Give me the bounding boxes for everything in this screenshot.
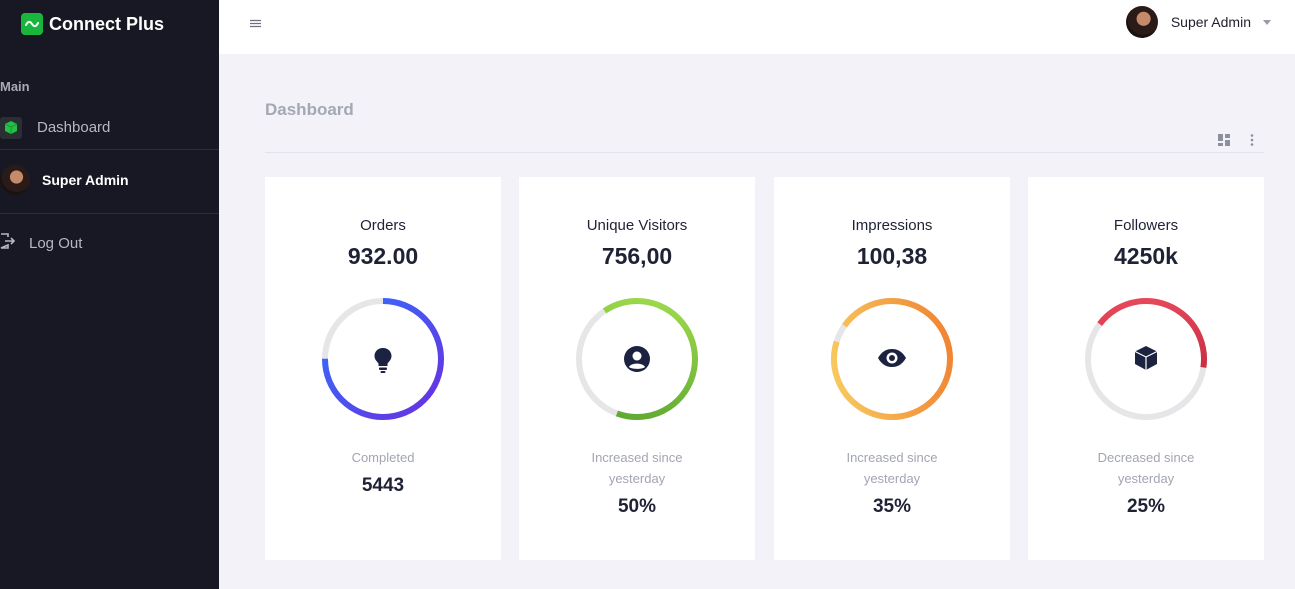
card-sub: Decreased since yesterday: [1028, 447, 1264, 489]
sidebar-item-dashboard[interactable]: Dashboard: [0, 114, 219, 141]
brand-name: Connect Plus: [49, 13, 165, 34]
progress-ring: [322, 298, 444, 420]
card-label: Unique Visitors: [586, 217, 688, 234]
user-name: Super Admin: [1170, 14, 1251, 30]
progress-ring: [1085, 298, 1207, 420]
sidebar-divider: [0, 213, 219, 214]
card-sub-text: Increased since yesterday: [846, 450, 938, 486]
title-divider: [265, 152, 1264, 153]
logout-icon: [0, 233, 16, 254]
user-circle-icon: [624, 346, 650, 372]
card-sub-text: Increased since yesterday: [591, 450, 683, 486]
card-unique-visitors: Unique Visitors 756,00 Increased since y…: [519, 177, 755, 560]
card-sub-text: Decreased since yesterday: [1097, 450, 1195, 486]
sidebar-profile[interactable]: Super Admin: [0, 165, 129, 195]
card-sub-text: Completed: [351, 450, 415, 465]
more-vertical-icon[interactable]: [1247, 133, 1257, 147]
card-stat: 35%: [872, 496, 912, 517]
avatar: [0, 165, 30, 195]
sidebar-item-label: Log Out: [29, 235, 83, 252]
lightbulb-icon: [374, 348, 392, 373]
progress-ring: [831, 298, 953, 420]
hamburger-menu-icon[interactable]: [249, 17, 263, 31]
progress-ring: [576, 298, 698, 420]
cube-icon: [0, 116, 22, 139]
card-sub: Increased since yesterday: [774, 447, 1010, 489]
card-followers: Followers 4250k Decreased since yesterda…: [1028, 177, 1264, 560]
user-menu[interactable]: Super Admin: [1125, 6, 1271, 38]
sidebar: Connect Plus Main Dashboard Super Admin …: [0, 0, 219, 589]
card-stat: 25%: [1126, 496, 1166, 517]
sidebar-item-logout[interactable]: Log Out: [0, 233, 82, 254]
card-stat: 5443: [361, 475, 405, 496]
sidebar-section-title: Main: [0, 79, 30, 94]
card-sub: Increased since yesterday: [519, 447, 755, 489]
chevron-down-icon: [1263, 19, 1271, 25]
card-value: 932.00: [347, 243, 419, 269]
avatar: [1125, 6, 1158, 38]
card-orders: Orders 932.00 Completed 5443: [265, 177, 501, 560]
card-label: Impressions: [851, 217, 933, 234]
page-title: Dashboard: [265, 100, 354, 119]
sidebar-divider: [0, 149, 219, 150]
topbar: Super Admin: [219, 0, 1295, 54]
card-label: Followers: [1113, 217, 1179, 234]
eye-icon: [878, 349, 906, 367]
box-icon: [1134, 346, 1158, 370]
card-impressions: Impressions 100,38 Increased since yeste…: [774, 177, 1010, 560]
profile-name: Super Admin: [42, 172, 129, 188]
card-sub: Completed: [265, 447, 501, 468]
card-stat: 50%: [617, 496, 657, 517]
card-value: 100,38: [856, 243, 928, 269]
brand[interactable]: Connect Plus: [21, 12, 164, 36]
brand-logo-icon: [21, 13, 43, 35]
card-value: 4250k: [1114, 243, 1178, 269]
card-label: Orders: [360, 217, 406, 234]
sidebar-item-label: Dashboard: [37, 119, 111, 136]
card-value: 756,00: [601, 243, 673, 269]
grid-view-icon[interactable]: [1217, 133, 1231, 147]
